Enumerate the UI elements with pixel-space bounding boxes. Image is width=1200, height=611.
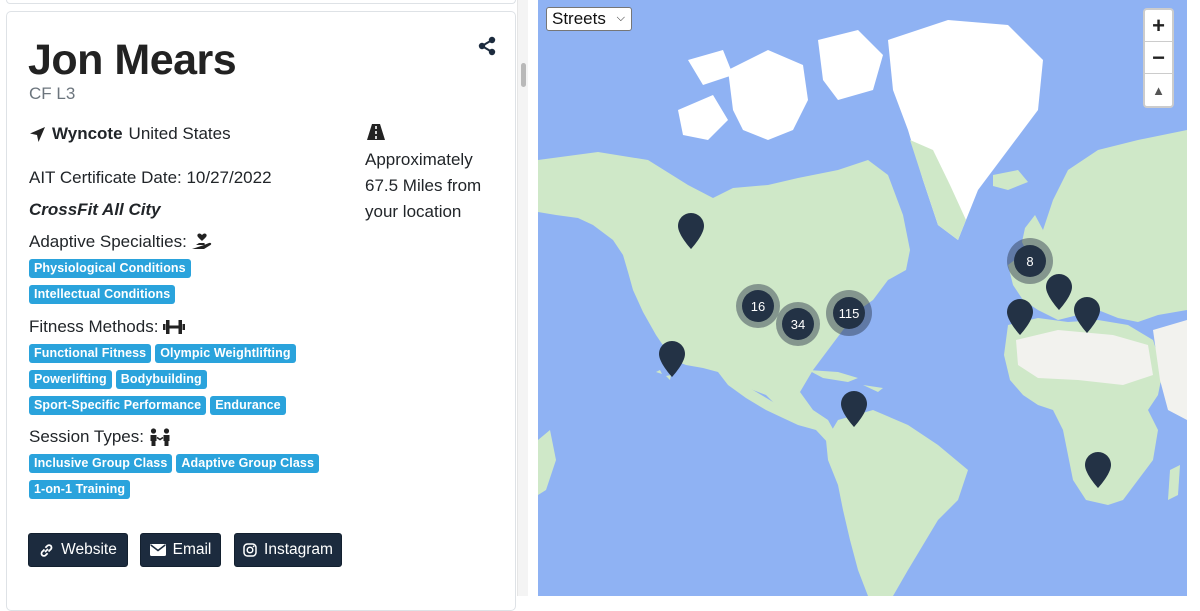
distance-text: Approximately 67.5 Miles from your locat…	[365, 150, 482, 221]
location-arrow-icon	[30, 126, 45, 142]
location-line: Wyncote United States	[29, 124, 231, 144]
scrollbar-thumb[interactable]	[521, 63, 526, 87]
dumbbell-icon	[163, 320, 186, 334]
link-icon	[40, 543, 53, 557]
map-layer-select[interactable]: Streets ⌵	[546, 7, 632, 31]
cluster-count: 16	[742, 290, 774, 322]
badge-intellectual: Intellectual Conditions	[29, 285, 176, 304]
adaptive-badges: Physiological Conditions Intellectual Co…	[29, 259, 329, 304]
previous-card-edge	[6, 0, 516, 4]
cluster-count: 115	[833, 297, 865, 329]
badge-inclusive-group: Inclusive Group Class	[29, 454, 173, 473]
badge-functional-fitness: Functional Fitness	[29, 344, 152, 363]
badge-powerlifting: Powerlifting	[29, 370, 112, 389]
zoom-in-button[interactable]: +	[1145, 10, 1172, 42]
page-right-margin	[1187, 0, 1200, 596]
map-marker-icon[interactable]	[659, 341, 685, 377]
map-marker-icon[interactable]	[1046, 274, 1072, 310]
adaptive-specialties-label: Adaptive Specialties:	[29, 232, 187, 251]
session-types-label: Session Types:	[29, 427, 144, 446]
badge-one-on-one: 1-on-1 Training	[29, 480, 131, 499]
trainer-name: Jon Mears	[28, 36, 237, 84]
website-button[interactable]: Website	[28, 533, 128, 567]
map-marker-icon[interactable]	[1085, 452, 1111, 488]
land-south-america	[826, 410, 968, 596]
instagram-icon	[243, 543, 257, 557]
people-icon	[150, 428, 170, 446]
cluster-count: 34	[782, 308, 814, 340]
email-button-label: Email	[172, 541, 212, 558]
map-marker-icon[interactable]	[1074, 297, 1100, 333]
badge-adaptive-group: Adaptive Group Class	[176, 454, 319, 473]
road-icon	[367, 124, 385, 140]
cert-level: CF L3	[29, 84, 76, 103]
map-marker-icon[interactable]	[678, 213, 704, 249]
badge-endurance: Endurance	[210, 396, 286, 415]
cluster-count: 8	[1014, 245, 1046, 277]
location-city: Wyncote	[52, 124, 123, 143]
website-button-label: Website	[61, 541, 117, 558]
instagram-button[interactable]: Instagram	[234, 533, 342, 567]
fitness-badges: Functional Fitness Olympic Weightlifting…	[29, 344, 329, 415]
compass-icon: ▲	[1152, 82, 1165, 98]
email-button[interactable]: Email	[140, 533, 221, 567]
map-marker-icon[interactable]	[841, 391, 867, 427]
adaptive-specialties-title: Adaptive Specialties:	[29, 232, 212, 252]
land-caribbean	[808, 370, 883, 392]
map-zoom-controls: + − ▲	[1143, 8, 1174, 108]
land-arctic-islands	[678, 30, 883, 140]
session-badges: Inclusive Group Class Adaptive Group Cla…	[29, 454, 339, 499]
land-greenland	[888, 20, 1043, 240]
fitness-methods-label: Fitness Methods:	[29, 317, 159, 336]
marker-cluster[interactable]: 34	[776, 302, 820, 346]
envelope-icon	[149, 544, 166, 556]
fitness-methods-title: Fitness Methods:	[29, 317, 186, 337]
location-country: United States	[128, 124, 231, 143]
gym-name: CrossFit All City	[29, 200, 161, 219]
badge-sport-specific: Sport-Specific Performance	[29, 396, 207, 415]
land-north-america	[538, 152, 910, 412]
map-view[interactable]: Streets ⌵ + − ▲ 16 34 115 8	[538, 0, 1187, 596]
trainer-panel: Jon Mears CF L3 Wyncote United States Ap…	[0, 0, 528, 611]
land-madagascar	[1168, 465, 1180, 500]
chevron-down-icon: ⌵	[616, 12, 625, 24]
map-marker-icon[interactable]	[1007, 299, 1033, 335]
session-types-title: Session Types:	[29, 427, 171, 447]
marker-cluster[interactable]: 115	[826, 290, 872, 336]
land-pacific-islands	[538, 430, 556, 495]
badge-physiological: Physiological Conditions	[29, 259, 191, 278]
map-layer-value: Streets	[552, 9, 606, 28]
land-iceland	[993, 170, 1028, 190]
panel-scrollbar[interactable]	[517, 0, 528, 596]
reset-bearing-button[interactable]: ▲	[1145, 74, 1172, 106]
hand-holding-heart-icon	[191, 233, 212, 249]
ait-certificate-date: AIT Certificate Date: 10/27/2022	[29, 168, 272, 187]
share-icon[interactable]	[477, 36, 497, 56]
trainer-card: Jon Mears CF L3 Wyncote United States Ap…	[6, 11, 516, 611]
zoom-out-button[interactable]: −	[1145, 42, 1172, 74]
badge-olympic-weightlifting: Olympic Weightlifting	[155, 344, 296, 363]
badge-bodybuilding: Bodybuilding	[115, 370, 207, 389]
instagram-button-label: Instagram	[264, 541, 333, 558]
marker-cluster[interactable]: 16	[736, 284, 780, 328]
